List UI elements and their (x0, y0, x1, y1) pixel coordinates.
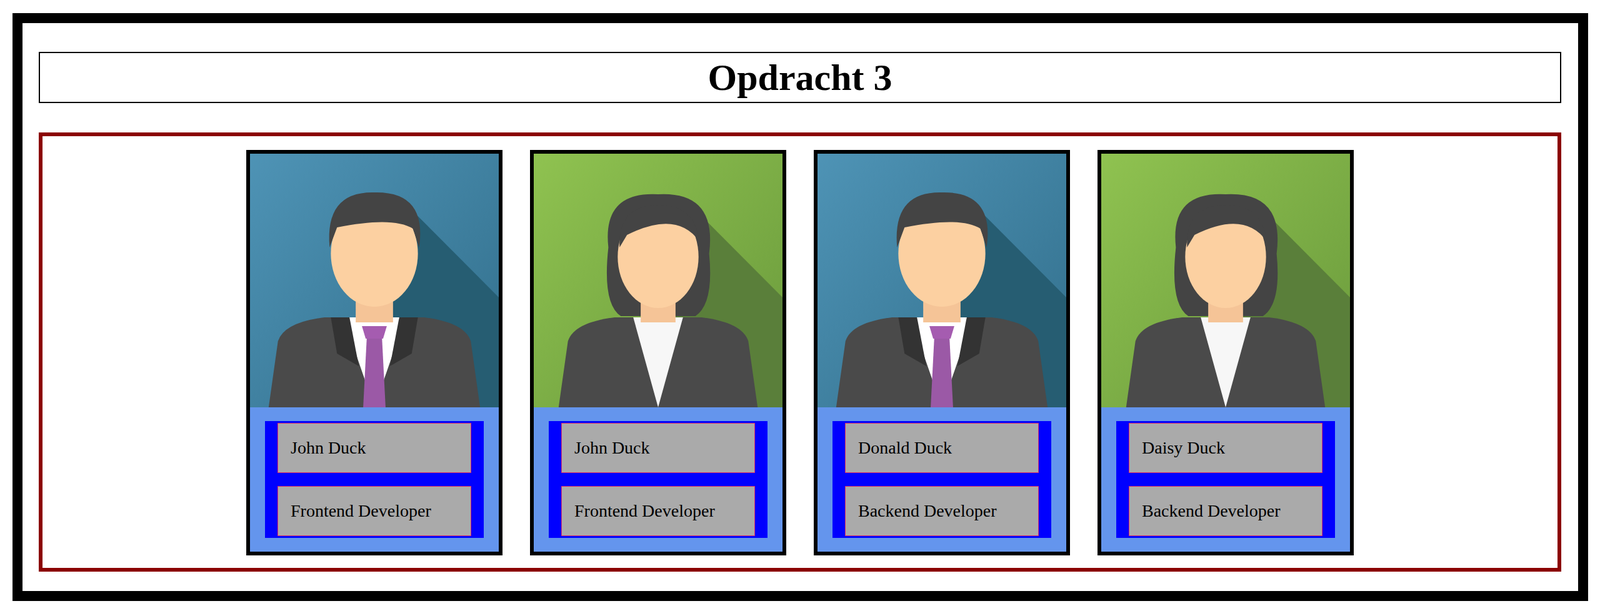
male-avatar-icon (250, 153, 499, 408)
card-info: John Duck Frontend Developer (533, 407, 783, 552)
profile-card: John Duck Frontend Developer (246, 150, 503, 556)
female-avatar-icon (1101, 153, 1350, 408)
card-info: Daisy Duck Backend Developer (1101, 407, 1350, 552)
info-band: Daisy Duck Backend Developer (1116, 421, 1335, 539)
male-avatar-icon (817, 153, 1067, 408)
page: Opdracht 3John DuckFrontend DeveloperJoh… (0, 0, 1600, 611)
name-field: John Duck (561, 423, 755, 474)
name-field: John Duck (277, 423, 472, 474)
info-band: John Duck Frontend Developer (548, 421, 768, 539)
profile-card: John Duck Frontend Developer (530, 150, 787, 556)
outer-frame: Opdracht 3John DuckFrontend DeveloperJoh… (12, 13, 1589, 602)
card-container: John Duck Frontend Developer John Duck Fron… (38, 132, 1562, 572)
role-field: Backend Developer (1128, 486, 1323, 537)
header: Opdracht 3 (38, 51, 1562, 104)
name-field: Daisy Duck (1128, 423, 1323, 474)
name-field: Donald Duck (845, 423, 1039, 474)
page-title: Opdracht 3 (707, 55, 892, 100)
role-field: Frontend Developer (561, 486, 755, 537)
profile-card: Donald Duck Backend Developer (813, 150, 1070, 556)
profile-card: Daisy Duck Backend Developer (1097, 150, 1354, 556)
card-info: John Duck Frontend Developer (250, 407, 499, 552)
female-avatar-icon (533, 153, 783, 408)
role-field: Backend Developer (845, 486, 1039, 537)
card-info: Donald Duck Backend Developer (817, 407, 1067, 552)
info-band: John Duck Frontend Developer (265, 421, 484, 539)
info-band: Donald Duck Backend Developer (832, 421, 1052, 539)
role-field: Frontend Developer (277, 486, 472, 537)
